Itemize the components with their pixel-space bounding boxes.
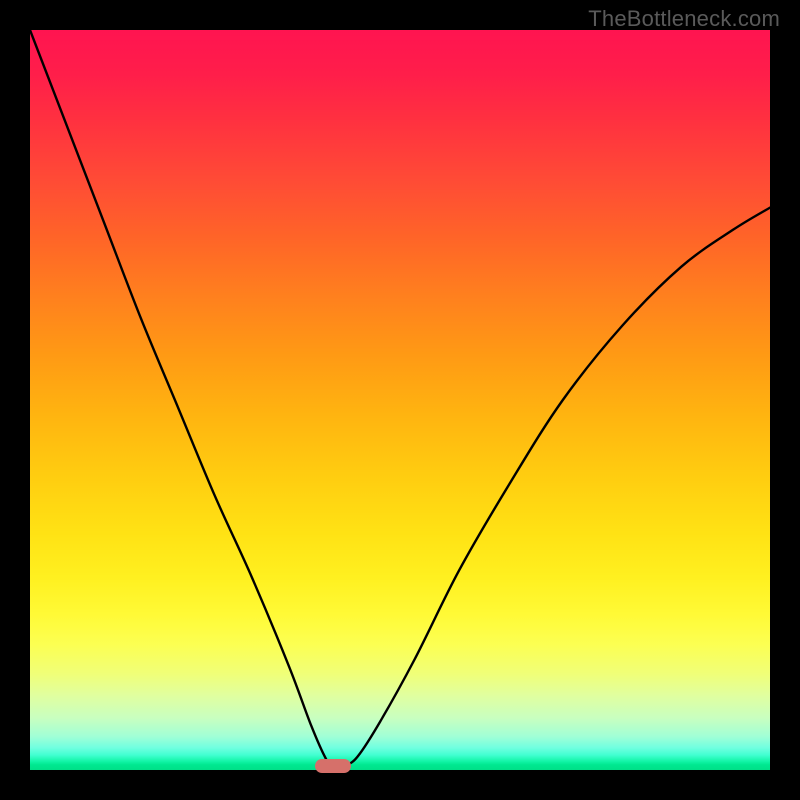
minimum-marker — [315, 759, 351, 773]
bottleneck-curve — [30, 30, 770, 770]
watermark-text: TheBottleneck.com — [588, 6, 780, 32]
chart-plot-area — [30, 30, 770, 770]
